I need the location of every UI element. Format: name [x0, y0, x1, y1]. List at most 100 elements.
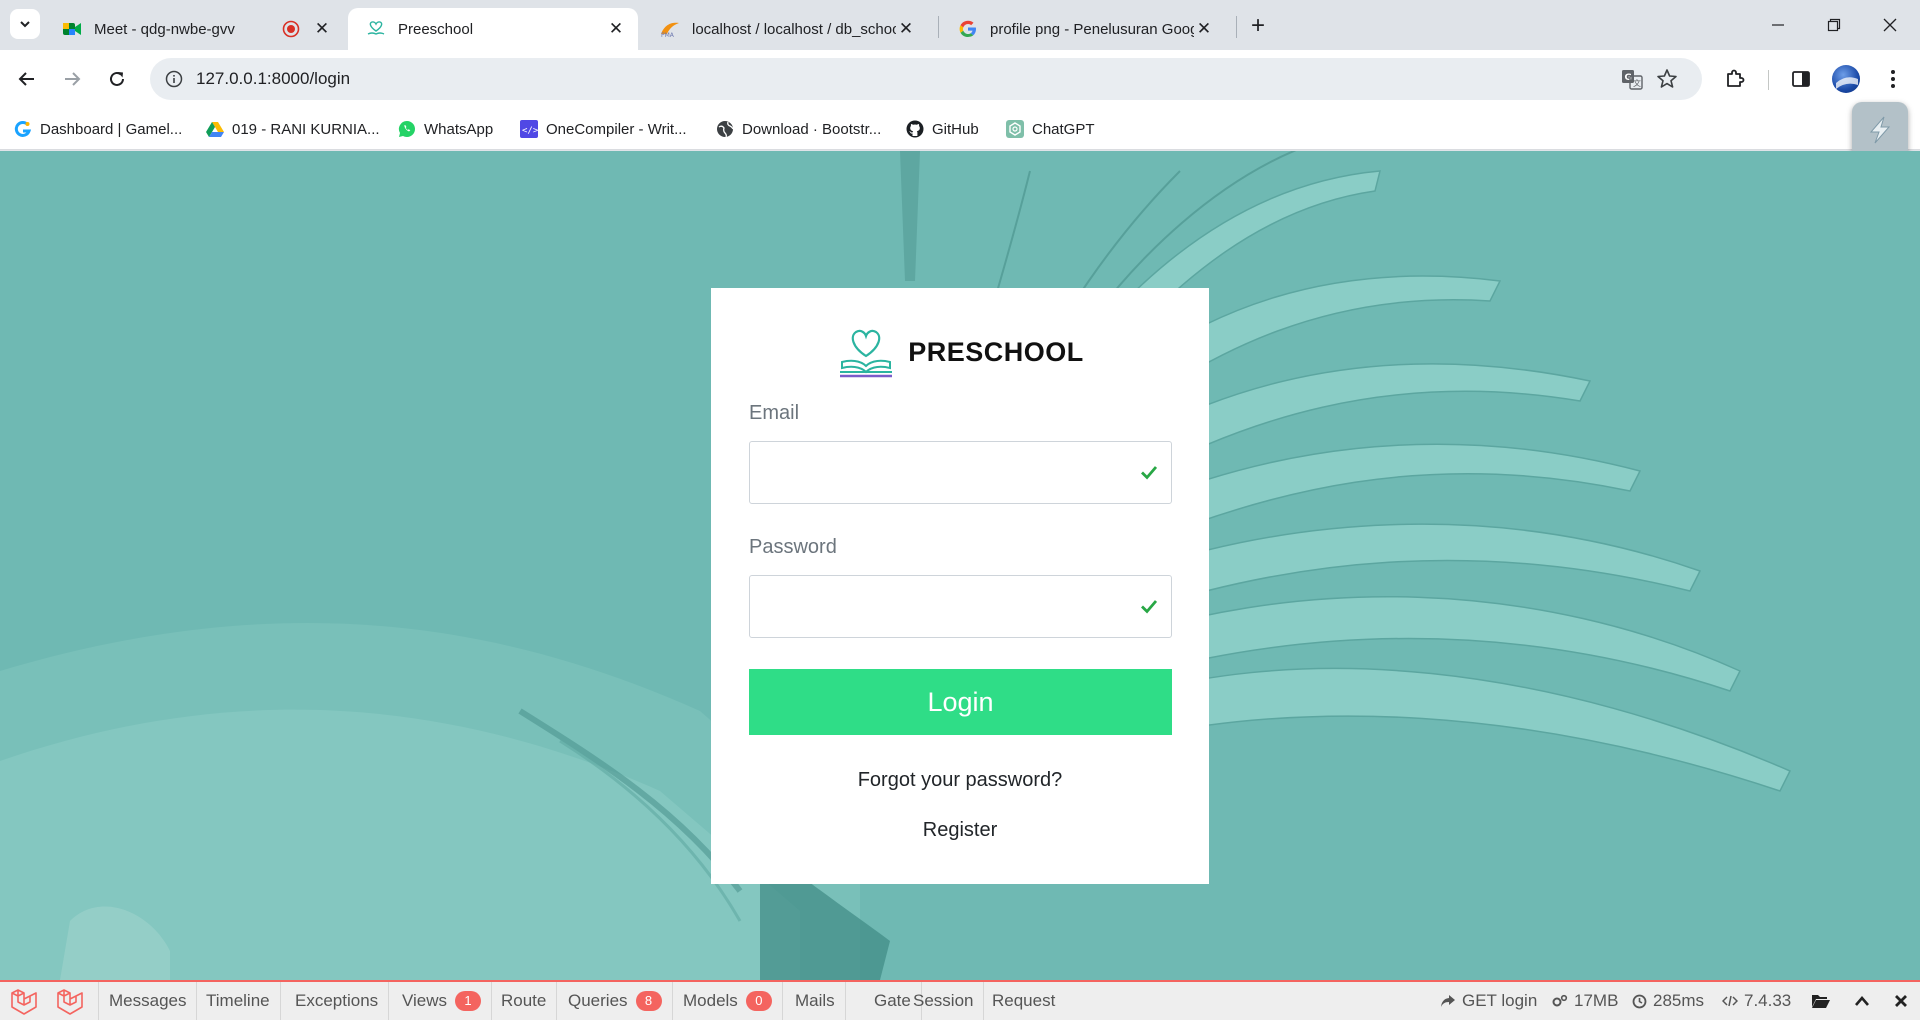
bookmark-gamelab[interactable]: Dashboard | Gamel...	[14, 117, 182, 141]
debugbar-tab-request[interactable]: Request	[982, 982, 1065, 1020]
google-icon	[958, 19, 978, 39]
extensions-button[interactable]	[1718, 62, 1752, 96]
close-icon[interactable]: ✕	[606, 19, 626, 39]
debugbar-open-button[interactable]	[1804, 982, 1838, 1020]
login-button[interactable]: Login	[749, 669, 1172, 735]
address-bar[interactable]: 127.0.0.1:8000/login G文	[150, 58, 1702, 100]
tab-preschool[interactable]: Preeschool ✕	[348, 8, 638, 50]
restore-icon	[1827, 18, 1841, 32]
debugbar-tab-label: Mails	[795, 991, 835, 1010]
laravel-logo-icon[interactable]	[56, 989, 84, 1015]
bookmark-label: ChatGPT	[1032, 120, 1095, 138]
forgot-password-link[interactable]: Forgot your password?	[711, 769, 1209, 792]
debugbar-tab-mails[interactable]: Mails	[785, 982, 846, 1020]
debugbar-request[interactable]: GET login	[1440, 982, 1537, 1020]
bookmark-star-icon[interactable]	[1655, 67, 1679, 91]
reload-button[interactable]	[100, 62, 134, 96]
debugbar-memory: 17MB	[1552, 982, 1618, 1020]
more-vertical-icon	[1891, 70, 1895, 88]
debugbar-tab-label: Request	[992, 991, 1056, 1010]
chatgpt-icon	[1006, 120, 1024, 138]
request-text: GET login	[1462, 991, 1538, 1010]
tab-title: Preeschool	[398, 20, 474, 38]
site-info-button[interactable]	[160, 65, 188, 93]
tab-meet[interactable]: Meet - qdg-nwbe-gvv ✕	[44, 8, 344, 50]
bookmark-bootstrap[interactable]: Download · Bootstr...	[716, 117, 881, 141]
arrow-left-icon	[18, 72, 34, 86]
count-badge: 1	[455, 991, 482, 1011]
arrow-right-icon	[65, 72, 81, 86]
bookmark-drive[interactable]: 019 - RANI KURNIA...	[206, 117, 380, 141]
url-text[interactable]: 127.0.0.1:8000/login	[196, 69, 350, 89]
browser-toolbar: 127.0.0.1:8000/login G文	[0, 50, 1920, 108]
tab-google-search[interactable]: profile png - Penelusuran Goog ✕	[940, 8, 1226, 50]
debugbar-tab-label: Views	[402, 991, 448, 1010]
chevron-down-icon	[20, 21, 30, 28]
bookmark-label: Download · Bootstr...	[742, 120, 882, 138]
brand-name: PRESCHOOL	[908, 336, 1084, 367]
debugbar-tab-timeline[interactable]: Timeline	[196, 982, 281, 1020]
bookmark-whatsapp[interactable]: WhatsApp	[398, 117, 493, 141]
tab-strip: Meet - qdg-nwbe-gvv ✕ Preeschool ✕ PMA l…	[0, 0, 1920, 50]
bookmark-chatgpt[interactable]: ChatGPT	[1006, 117, 1095, 141]
password-label: Password	[749, 536, 837, 558]
debugbar-tab-models[interactable]: Models 0	[673, 982, 783, 1020]
debugbar-tab-label: Models	[683, 991, 738, 1010]
register-link[interactable]: Register	[711, 819, 1209, 842]
debugbar-close-button[interactable]	[1884, 982, 1918, 1020]
chevron-up-icon	[1855, 996, 1869, 1006]
clock-icon	[1632, 994, 1647, 1009]
bookmark-github[interactable]: GitHub	[906, 117, 979, 141]
email-field[interactable]	[750, 442, 1130, 503]
share-arrow-icon	[1440, 994, 1456, 1008]
debugbar-tab-label: Route	[501, 991, 547, 1010]
debugbar-tab-route[interactable]: Route	[491, 982, 558, 1020]
tab-title: localhost / localhost / db_schoo	[692, 20, 896, 38]
bookmarks-bar: Dashboard | Gamel... 019 - RANI KURNIA..…	[0, 108, 1920, 150]
floating-extension-button[interactable]	[1852, 102, 1908, 158]
email-field-wrapper	[749, 441, 1172, 504]
debugbar-restore-button[interactable]	[1845, 982, 1879, 1020]
new-tab-button[interactable]: +	[1244, 12, 1272, 40]
debugbar-tab-messages[interactable]: Messages	[99, 982, 198, 1020]
translate-icon[interactable]: G文	[1620, 67, 1644, 91]
window-close-button[interactable]	[1870, 8, 1910, 42]
close-icon[interactable]: ✕	[1194, 19, 1214, 39]
minimize-button[interactable]	[1758, 8, 1798, 42]
check-icon	[1141, 600, 1158, 614]
github-icon	[906, 120, 924, 138]
laravel-debugbar: Messages Timeline Exceptions Views 1 Rout…	[0, 980, 1920, 1020]
debugbar-tab-views[interactable]: Views 1	[392, 982, 493, 1020]
back-button[interactable]	[10, 62, 44, 96]
close-icon[interactable]: ✕	[312, 19, 332, 39]
tab-divider	[1236, 16, 1237, 38]
debugbar-tab-queries[interactable]: Queries 8	[558, 982, 673, 1020]
debugbar-tab-label: Session	[913, 991, 974, 1010]
email-label: Email	[749, 402, 800, 424]
svg-text:文: 文	[1633, 78, 1641, 88]
toolbar-divider	[1768, 70, 1769, 90]
brand: PRESCHOOL	[711, 324, 1209, 380]
restore-button[interactable]	[1814, 8, 1854, 42]
tab-phpmyadmin[interactable]: PMA localhost / localhost / db_schoo ✕	[642, 8, 928, 50]
close-icon[interactable]: ✕	[896, 19, 916, 39]
forward-button[interactable]	[55, 62, 89, 96]
bookmark-label: 019 - RANI KURNIA...	[232, 120, 380, 138]
debugbar-tab-session[interactable]: Session	[903, 982, 985, 1020]
side-panel-button[interactable]	[1784, 62, 1818, 96]
tab-search-button[interactable]	[10, 9, 40, 39]
reload-icon	[110, 71, 124, 86]
svg-text:G: G	[1625, 73, 1632, 83]
bookmark-onecompiler[interactable]: </> OneCompiler - Writ...	[520, 117, 687, 141]
close-icon	[1883, 18, 1897, 32]
recording-icon	[282, 20, 300, 38]
preschool-logo-icon	[840, 329, 893, 378]
browser-menu-button[interactable]	[1876, 62, 1910, 96]
code-icon	[1722, 994, 1738, 1008]
globe-icon	[716, 120, 734, 138]
laravel-logo-icon[interactable]	[10, 989, 38, 1015]
profile-avatar[interactable]	[1832, 65, 1860, 93]
password-field[interactable]	[750, 576, 1130, 637]
side-panel-icon	[1792, 71, 1810, 87]
debugbar-tab-exceptions[interactable]: Exceptions	[285, 982, 390, 1020]
